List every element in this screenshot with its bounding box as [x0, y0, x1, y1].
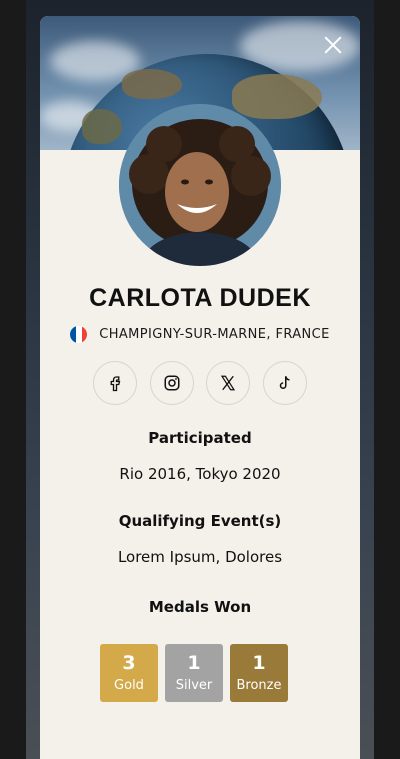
instagram-icon [164, 375, 180, 391]
bronze-medal-card: 1 Bronze [230, 644, 288, 702]
x-button[interactable] [206, 361, 251, 405]
athlete-location: CHAMPIGNY-SUR-MARNE, FRANCE [40, 326, 360, 343]
gold-medal-card: 3 Gold [100, 644, 158, 702]
gold-count: 3 [122, 652, 136, 674]
silver-count: 1 [187, 652, 201, 674]
medals-heading: Medals Won [148, 598, 252, 616]
facebook-icon [110, 376, 121, 392]
participated-value: Rio 2016, Tokyo 2020 [119, 465, 281, 483]
participated-heading: Participated [148, 429, 252, 447]
social-links [93, 361, 307, 405]
medals-row: 3 Gold 1 Silver 1 Bronze [100, 644, 290, 704]
bronze-label: Bronze [236, 678, 282, 693]
athlete-avatar [119, 104, 281, 266]
instagram-button[interactable] [149, 361, 194, 405]
x-icon [221, 375, 236, 391]
location-text: CHAMPIGNY-SUR-MARNE, FRANCE [99, 327, 330, 342]
france-flag-icon [70, 326, 88, 343]
qualifying-heading: Qualifying Event(s) [118, 512, 282, 530]
qualifying-value: Lorem Ipsum, Dolores [117, 548, 283, 566]
bronze-count: 1 [252, 652, 266, 674]
tiktok-button[interactable] [262, 361, 307, 405]
gold-label: Gold [114, 678, 144, 693]
close-button[interactable] [322, 34, 344, 56]
silver-medal-card: 1 Silver [165, 644, 223, 702]
tiktok-icon [279, 376, 290, 389]
athlete-profile-modal: CARLOTA DUDEK CHAMPIGNY-SUR-MARNE, FRANC… [40, 16, 360, 759]
silver-label: Silver [175, 678, 213, 693]
athlete-name: CARLOTA DUDEK [89, 284, 311, 312]
facebook-button[interactable] [93, 361, 137, 405]
